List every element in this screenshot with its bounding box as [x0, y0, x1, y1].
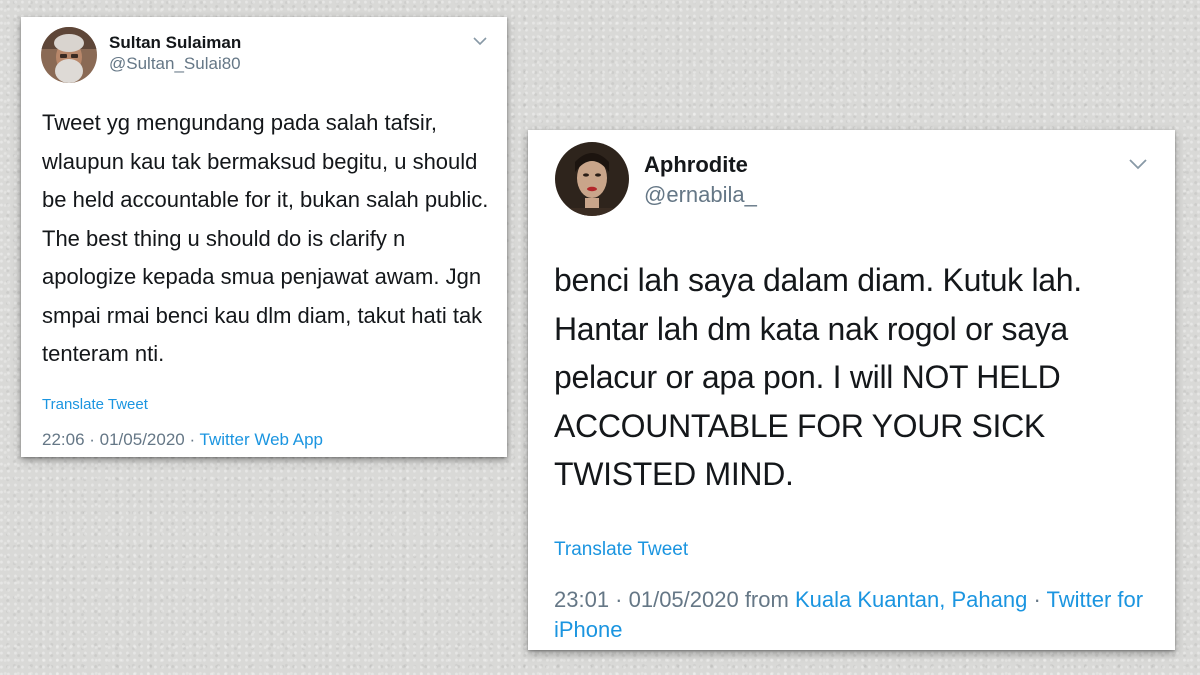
translate-tweet-link[interactable]: Translate Tweet	[42, 396, 148, 413]
tweet-meta: 22:06 · 01/05/2020 · Twitter Web App	[42, 430, 323, 450]
avatar-image	[555, 142, 629, 216]
tweet-meta: 23:01 · 01/05/2020 from Kuala Kuantan, P…	[554, 585, 1154, 645]
chevron-down-icon[interactable]	[1128, 157, 1148, 171]
tweet-card-sultan: Sultan Sulaiman @Sultan_Sulai80 Tweet yg…	[21, 17, 507, 457]
translate-tweet-link[interactable]: Translate Tweet	[554, 539, 688, 561]
tweet-source-link[interactable]: Twitter Web App	[200, 430, 323, 449]
author-name[interactable]: Sultan Sulaiman	[109, 33, 241, 53]
chevron-down-icon[interactable]	[472, 35, 488, 47]
meta-separator: ·	[1027, 587, 1047, 612]
tweet-card-aphrodite: Aphrodite @ernabila_ benci lah saya dala…	[528, 130, 1175, 650]
author-name[interactable]: Aphrodite	[644, 152, 748, 178]
tweet-timestamp[interactable]: 23:01 · 01/05/2020 from	[554, 587, 795, 612]
avatar-aphrodite[interactable]	[555, 142, 629, 216]
tweet-text: Tweet yg mengundang pada salah tafsir, w…	[42, 110, 489, 366]
tweet-timestamp[interactable]: 22:06 · 01/05/2020 ·	[42, 430, 200, 449]
tweet-text: benci lah saya dalam diam. Kutuk lah. Ha…	[554, 262, 1082, 492]
author-handle[interactable]: @ernabila_	[644, 182, 757, 208]
avatar-image	[41, 27, 97, 83]
author-handle[interactable]: @Sultan_Sulai80	[109, 54, 241, 74]
tweet-location-link[interactable]: Kuala Kuantan, Pahang	[795, 587, 1027, 612]
avatar-sultan[interactable]	[41, 27, 97, 83]
